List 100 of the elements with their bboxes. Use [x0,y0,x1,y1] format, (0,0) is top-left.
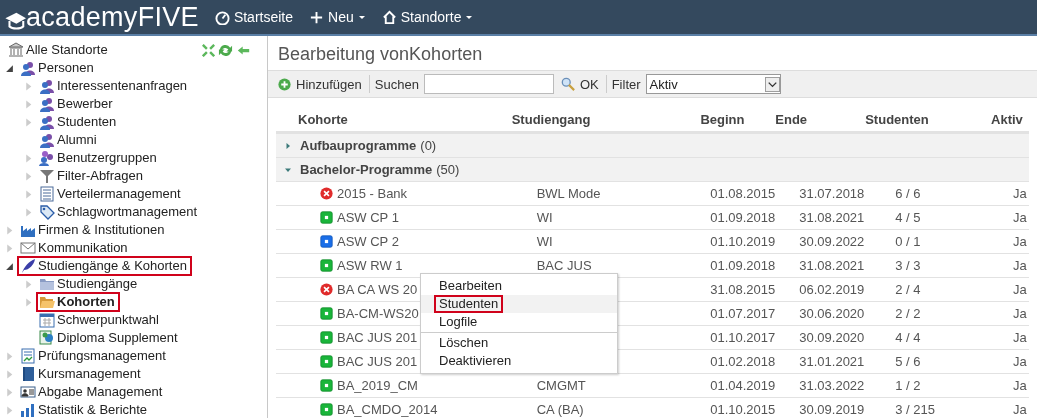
collapse-arrow-icon[interactable] [5,261,14,271]
menu-item[interactable]: Deaktivieren [434,352,517,370]
table-cell: 31.08.2021 [799,210,865,225]
table-cell: 1 / 2 [895,378,921,393]
search-label: Suchen [374,76,419,92]
search-field[interactable] [423,74,554,94]
status-square-icon [320,211,333,224]
table-cell: 0 / 1 [895,234,921,249]
column-header[interactable]: Beginn [691,112,776,127]
table-cell: BAC JUS 201 [337,354,418,369]
tree-item[interactable]: Personen [17,58,99,78]
tree-item[interactable]: Abgabe Management [17,382,168,402]
table-cell: 30.06.2020 [799,306,865,321]
tree-item[interactable]: Alle Standorte [5,40,113,60]
filter-label: Filter [611,76,641,92]
table-cell: Ja [1013,186,1027,201]
list-icon [39,186,55,202]
table-cell: CMGMT [536,378,586,393]
tree-item[interactable]: Benutzergruppen [36,148,162,168]
add-button[interactable]: Hinzufügen [276,76,364,92]
tag-icon [39,204,55,220]
table-cell: 31.08.2015 [710,282,776,297]
tree-item[interactable]: Bewerber [36,94,118,114]
tree-item[interactable]: Alumni [36,130,102,150]
filter-select[interactable]: Aktiv [645,74,781,94]
menu-item[interactable]: Studenten [434,295,504,313]
people-icon [39,96,55,112]
ok-button[interactable]: OK [558,76,601,92]
tree-item[interactable]: Kommunikation [17,238,133,258]
menu-item[interactable]: Bearbeiten [434,277,507,295]
group-name: Bachelor-Programme [300,162,433,177]
expand-arrow-icon[interactable] [24,279,33,289]
status-square-icon [320,259,333,272]
column-header[interactable]: Aktiv [965,112,1029,127]
nav-menu[interactable]: Neu [309,9,366,25]
table-cell: Ja [1013,234,1027,249]
tree-item[interactable]: Verteilermanagement [36,184,186,204]
table-cell: 30.09.2022 [799,234,865,249]
status-square-icon [320,331,333,344]
expand-arrow-icon[interactable] [5,351,14,361]
column-header[interactable]: Kohorte [276,112,512,127]
table-cell: WI [536,234,553,249]
nav-menu[interactable]: Standorte [381,9,474,25]
collapse-arrow-icon[interactable] [5,63,14,73]
expand-arrow-icon[interactable] [5,243,14,253]
group-count: (50) [436,162,460,177]
id-card-icon [20,384,36,400]
column-header[interactable]: Ende [775,112,866,127]
expand-arrow-icon[interactable] [24,99,33,109]
nav-menu[interactable]: Startseite [214,9,293,25]
tree-item[interactable]: Kursmanagement [17,364,146,384]
collapse-all-icon[interactable] [202,43,215,57]
home-icon [381,9,397,25]
expand-arrow-icon[interactable] [24,81,33,91]
tree-item[interactable]: Studiengänge [36,274,143,294]
expand-arrow-icon[interactable] [24,297,33,307]
table-cell: 2015 - Bank [337,186,408,201]
group-row[interactable]: Bachelor-Programme (50) [276,158,1029,182]
table-cell: BA-CM-WS20 [337,306,419,321]
people-icon [39,114,55,130]
column-header[interactable]: Studenten [865,112,966,127]
tree-item[interactable]: Studenten [36,112,122,132]
table-cell: BA_2019_CM [337,378,418,393]
refresh-icon[interactable] [218,42,233,58]
table-cell: CA (BA) [536,402,584,417]
column-header[interactable]: Studiengang [511,112,692,127]
book-icon [20,366,36,382]
menu-item[interactable]: Logfile [434,313,483,331]
tree-item[interactable]: Studiengänge & Kohorten [17,256,192,276]
table-cell: Ja [1013,354,1027,369]
menu-item[interactable]: Löschen [434,334,494,352]
feather-icon [20,258,36,274]
expand-arrow-icon[interactable] [24,117,33,127]
tree-item[interactable]: Interessentenanfragen [36,76,193,96]
error-icon [320,283,333,296]
tree-item[interactable]: Kohorten [36,292,120,312]
expand-arrow-icon[interactable] [5,369,14,379]
group-count: (0) [420,138,437,153]
tree-item[interactable]: Firmen & Institutionen [17,220,170,240]
expand-arrow-icon[interactable] [5,405,14,415]
table-cell: 2 / 2 [895,306,921,321]
tree-item[interactable]: Filter-Abfragen [36,166,148,186]
expand-arrow-icon[interactable] [24,171,33,181]
expand-arrow-icon[interactable] [24,153,33,163]
tree-item[interactable]: Diploma Supplement [36,328,183,348]
tree-item[interactable]: Statistik & Berichte [17,400,153,418]
table-cell: 30.09.2019 [799,402,865,417]
expand-arrow-icon[interactable] [24,189,33,199]
table-cell: 31.01.2021 [799,354,865,369]
status-square-icon [320,403,333,416]
status-square-icon [320,307,333,320]
expand-arrow-icon[interactable] [5,225,14,235]
table-cell: 01.09.2018 [710,210,776,225]
tree-item[interactable]: Schlagwortmanagement [36,202,203,222]
expand-arrow-icon[interactable] [5,387,14,397]
expand-arrow-icon[interactable] [24,207,33,217]
group-row[interactable]: Aufbauprogramme (0) [276,134,1029,158]
tree-item[interactable]: Schwerpunktwahl [36,310,164,330]
table-cell: 30.09.2020 [799,330,865,345]
tree-item[interactable]: Prüfungsmanagement [17,346,171,366]
